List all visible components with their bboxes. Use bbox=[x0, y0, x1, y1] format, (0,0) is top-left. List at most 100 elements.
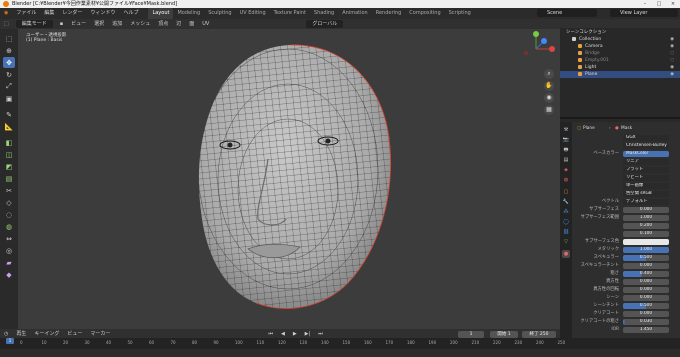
menu-edge[interactable]: 辺 bbox=[172, 19, 185, 29]
spin-icon[interactable]: ◌ bbox=[3, 209, 15, 220]
property-field[interactable]: 0.000 bbox=[623, 294, 669, 301]
visibility-eye-icon[interactable]: ◉ bbox=[670, 36, 674, 43]
prev-keyframe-icon[interactable]: ◀ bbox=[277, 329, 289, 339]
property-field[interactable]: Christensen-Burley bbox=[623, 142, 669, 149]
blender-menu-icon[interactable]: ◉ bbox=[0, 8, 12, 19]
view-layer-selector[interactable]: View Layer bbox=[610, 9, 678, 17]
property-field[interactable]: 1.000 bbox=[623, 246, 669, 253]
property-field[interactable]: 色空間 sRGB bbox=[623, 190, 669, 197]
extrude-icon[interactable]: ◧ bbox=[3, 137, 15, 148]
poly-build-icon[interactable]: ◇ bbox=[3, 197, 15, 208]
tab-uv-editing[interactable]: UV Editing bbox=[236, 8, 270, 19]
3d-viewport[interactable]: ユーザー・透視投影 (1) Plane : Basis ⌕ ✋ ◉ ▦ bbox=[18, 29, 560, 329]
property-field[interactable]: 0.000 bbox=[623, 206, 669, 213]
loop-cut-icon[interactable]: ▤ bbox=[3, 173, 15, 184]
property-field[interactable]: 0.000 bbox=[623, 262, 669, 269]
outliner-item-empty[interactable]: Empty.001 ◌ bbox=[560, 57, 680, 64]
menu-keying[interactable]: キーイング bbox=[30, 329, 63, 339]
camera-view-icon[interactable]: ◉ bbox=[544, 93, 554, 103]
property-field[interactable]: 0.400 bbox=[623, 270, 669, 277]
render-tab-icon[interactable]: 📷 bbox=[562, 136, 570, 144]
next-keyframe-icon[interactable]: ▶| bbox=[301, 329, 315, 339]
tab-compositing[interactable]: Compositing bbox=[405, 8, 444, 19]
menu-playback[interactable]: 再生 bbox=[12, 329, 30, 339]
property-field[interactable]: リニア bbox=[623, 158, 669, 165]
property-field[interactable]: 0.000 bbox=[623, 310, 669, 317]
ortho-toggle-icon[interactable]: ▦ bbox=[544, 105, 554, 115]
menu-render[interactable]: レンダー bbox=[58, 8, 86, 19]
property-field[interactable]: リピート bbox=[623, 174, 669, 181]
world-tab-icon[interactable]: ◍ bbox=[562, 176, 570, 184]
end-frame-field[interactable]: 終了 250 bbox=[522, 331, 556, 338]
outliner-item-camera[interactable]: Camera ◉ bbox=[560, 43, 680, 50]
physics-tab-icon[interactable]: ◯ bbox=[562, 218, 570, 226]
outliner-item-collection[interactable]: Collection ◉ bbox=[560, 36, 680, 43]
menu-select[interactable]: 選択 bbox=[90, 19, 108, 29]
tab-sculpting[interactable]: Sculpting bbox=[204, 8, 235, 19]
property-field[interactable]: 1.450 bbox=[623, 326, 669, 333]
outliner-item-plane[interactable]: Plane ◉ bbox=[560, 71, 680, 78]
property-field[interactable]: 0.200 bbox=[623, 222, 669, 229]
pan-hand-icon[interactable]: ✋ bbox=[544, 81, 554, 91]
menu-add[interactable]: 追加 bbox=[108, 19, 126, 29]
property-field[interactable]: 0.030 bbox=[623, 318, 669, 325]
knife-icon[interactable]: ✂ bbox=[3, 185, 15, 196]
tab-layout[interactable]: Layout bbox=[148, 8, 174, 19]
mode-dropdown[interactable]: 編集モード bbox=[15, 20, 53, 28]
edge-slide-icon[interactable]: ⇔ bbox=[3, 233, 15, 244]
menu-face[interactable]: 面 bbox=[185, 19, 198, 29]
menu-edit[interactable]: 編集 bbox=[40, 8, 58, 19]
shear-icon[interactable]: ▰ bbox=[3, 257, 15, 268]
scale-icon[interactable]: ⤢ bbox=[3, 81, 15, 92]
property-field[interactable]: 0.500 bbox=[623, 254, 669, 261]
property-field[interactable]: フラット bbox=[623, 166, 669, 173]
timeline-ruler[interactable]: 1 0 10 20 30 40 50 60 70 80 90 100 110 120 130 140 150 1… bbox=[0, 338, 680, 349]
cursor-icon[interactable]: ⊕ bbox=[3, 45, 15, 56]
material-tab-icon[interactable]: ● bbox=[562, 250, 570, 258]
constraints-tab-icon[interactable]: ⛓ bbox=[562, 228, 570, 236]
tab-rendering[interactable]: Rendering bbox=[372, 8, 406, 19]
menu-file[interactable]: ファイル bbox=[12, 8, 40, 19]
measure-icon[interactable]: 📐 bbox=[3, 121, 15, 132]
jump-end-icon[interactable]: ⏭ bbox=[314, 329, 327, 339]
move-icon[interactable]: ✥ bbox=[3, 57, 15, 68]
close-window-button[interactable]: × bbox=[666, 0, 680, 8]
property-field[interactable]: 0.500 bbox=[623, 302, 669, 309]
property-field[interactable]: デフォルト bbox=[623, 198, 669, 205]
property-field[interactable]: GGX bbox=[623, 134, 669, 141]
timeline-editor-icon[interactable]: ◷ bbox=[0, 329, 12, 339]
tool-tab-icon[interactable]: ⚒ bbox=[562, 126, 570, 134]
playhead[interactable]: 1 bbox=[6, 338, 14, 344]
menu-vertex[interactable]: 頂点 bbox=[154, 19, 172, 29]
bevel-icon[interactable]: ◩ bbox=[3, 161, 15, 172]
tab-texture-paint[interactable]: Texture Paint bbox=[270, 8, 310, 19]
property-field[interactable] bbox=[623, 238, 669, 245]
current-frame-field[interactable]: 1 bbox=[458, 331, 484, 338]
menu-marker[interactable]: マーカー bbox=[86, 329, 114, 339]
minimize-button[interactable]: – bbox=[638, 0, 652, 8]
menu-uv[interactable]: UV bbox=[198, 19, 213, 29]
property-field[interactable]: 0.000 bbox=[623, 286, 669, 293]
property-field[interactable]: MaskColor bbox=[623, 150, 669, 157]
property-field[interactable]: 0.100 bbox=[623, 230, 669, 237]
annotate-icon[interactable]: ✎ bbox=[3, 109, 15, 120]
scene-tab-icon[interactable]: ◈ bbox=[562, 166, 570, 174]
property-field[interactable]: 単一画像 bbox=[623, 182, 669, 189]
rotate-icon[interactable]: ↻ bbox=[3, 69, 15, 80]
tab-animation[interactable]: Animation bbox=[338, 8, 372, 19]
rip-region-icon[interactable]: ◆ bbox=[3, 269, 15, 280]
outliner-scene-collection[interactable]: シーンコレクション bbox=[560, 29, 680, 36]
zoom-icon[interactable]: ⌕ bbox=[544, 69, 554, 79]
maximize-button[interactable]: □ bbox=[652, 0, 666, 8]
modifier-tab-icon[interactable]: 🔧 bbox=[562, 198, 570, 206]
menu-help[interactable]: ヘルプ bbox=[119, 8, 142, 19]
tab-modeling[interactable]: Modeling bbox=[173, 8, 204, 19]
shrink-fatten-icon[interactable]: ◎ bbox=[3, 245, 15, 256]
outliner-item-bridge[interactable]: Bridge ◌ bbox=[560, 50, 680, 57]
menu-view[interactable]: ビュー bbox=[67, 19, 90, 29]
output-tab-icon[interactable]: 🖶 bbox=[562, 146, 570, 154]
jump-start-icon[interactable]: ⏮ bbox=[264, 329, 277, 339]
tab-shading[interactable]: Shading bbox=[310, 8, 338, 19]
view-layer-tab-icon[interactable]: ▤ bbox=[562, 156, 570, 164]
menu-mesh[interactable]: メッシュ bbox=[126, 19, 154, 29]
